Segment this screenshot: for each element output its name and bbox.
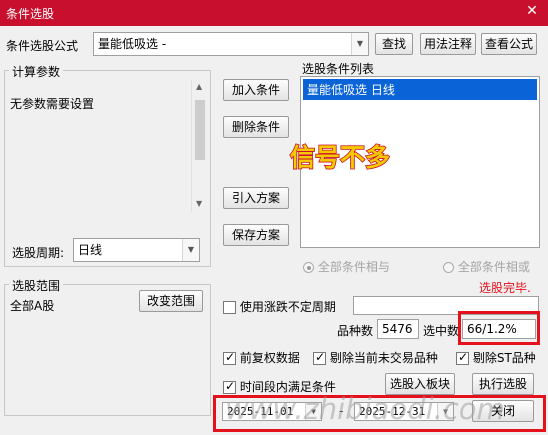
window-title: 条件选股 <box>6 7 55 21</box>
selected-label: 选中数 <box>423 324 460 338</box>
add-condition-button[interactable]: 加入条件 <box>223 79 289 101</box>
params-scrollbar[interactable]: ▲ ▼ <box>191 80 208 212</box>
period-label: 选股周期: <box>12 246 65 260</box>
count-label: 品种数 <box>337 324 374 338</box>
close-icon[interactable]: ✕ <box>524 3 540 19</box>
range-value: 全部A股 <box>10 299 55 313</box>
params-message: 无参数需要设置 <box>10 97 95 111</box>
scroll-down-icon[interactable]: ▼ <box>196 199 202 208</box>
delete-condition-button[interactable]: 删除条件 <box>223 116 289 138</box>
exclude-st-checkbox[interactable] <box>456 350 469 365</box>
logic-or-radio[interactable] <box>443 262 454 273</box>
period-select-value: 日线 <box>78 243 103 257</box>
exclude-untraded-checkbox[interactable] <box>313 350 326 365</box>
range-group-label: 选股范围 <box>9 277 64 294</box>
logic-and-label: 全部条件相与 <box>317 260 390 274</box>
view-formula-button[interactable]: 查看公式 <box>481 33 537 55</box>
exclude-untraded-label: 剔除当前未交易品种 <box>329 351 438 365</box>
status-text: 选股完毕. <box>479 281 531 295</box>
import-plan-button[interactable]: 引入方案 <box>223 187 289 209</box>
overlay-text: 信号不多 <box>290 143 390 172</box>
formula-select[interactable]: 量能低吸选 - ▼ <box>93 32 369 56</box>
formula-label: 条件选股公式 <box>6 39 79 53</box>
fq-option[interactable]: 前复权数据 <box>223 349 300 366</box>
conditions-label: 选股条件列表 <box>302 62 375 76</box>
usage-notes-button[interactable]: 用法注释 <box>420 33 476 55</box>
formula-select-value: 量能低吸选 - <box>98 37 167 51</box>
fq-label: 前复权数据 <box>239 351 300 365</box>
chevron-down-icon[interactable]: ▼ <box>182 239 199 261</box>
exclude-st-label: 剔除ST品种 <box>472 351 536 365</box>
logic-or-label: 全部条件相或 <box>457 260 530 274</box>
title-bar: 条件选股 ✕ <box>0 0 548 26</box>
list-item[interactable]: 量能低吸选 日线 <box>303 79 537 100</box>
variable-period-checkbox[interactable] <box>223 301 236 314</box>
period-select[interactable]: 日线 ▼ <box>73 238 200 262</box>
overlay-annotation: 信号不多 <box>289 142 391 173</box>
variable-period-option[interactable]: 使用涨跌不定周期 <box>223 298 336 315</box>
chevron-down-icon[interactable]: ▼ <box>351 33 368 55</box>
params-group-label: 计算参数 <box>9 63 64 80</box>
variable-period-label: 使用涨跌不定周期 <box>239 300 336 314</box>
count-field: 5476 <box>377 319 419 339</box>
logic-or-option[interactable]: 全部条件相或 <box>443 258 530 275</box>
exclude-st-option[interactable]: 剔除ST品种 <box>456 349 536 366</box>
watermark: www.zhibiaodi.com <box>225 392 505 426</box>
logic-and-option[interactable]: 全部条件相与 <box>303 258 390 275</box>
scroll-thumb[interactable] <box>195 100 205 160</box>
selected-highlight-box <box>458 311 540 345</box>
find-button[interactable]: 查找 <box>375 33 413 55</box>
scroll-up-icon[interactable]: ▲ <box>196 82 202 91</box>
exclude-untraded-option[interactable]: 剔除当前未交易品种 <box>313 349 438 366</box>
fq-checkbox[interactable] <box>223 350 236 365</box>
save-plan-button[interactable]: 保存方案 <box>223 224 289 246</box>
logic-and-radio[interactable] <box>303 262 314 273</box>
change-range-button[interactable]: 改变范围 <box>139 290 203 312</box>
